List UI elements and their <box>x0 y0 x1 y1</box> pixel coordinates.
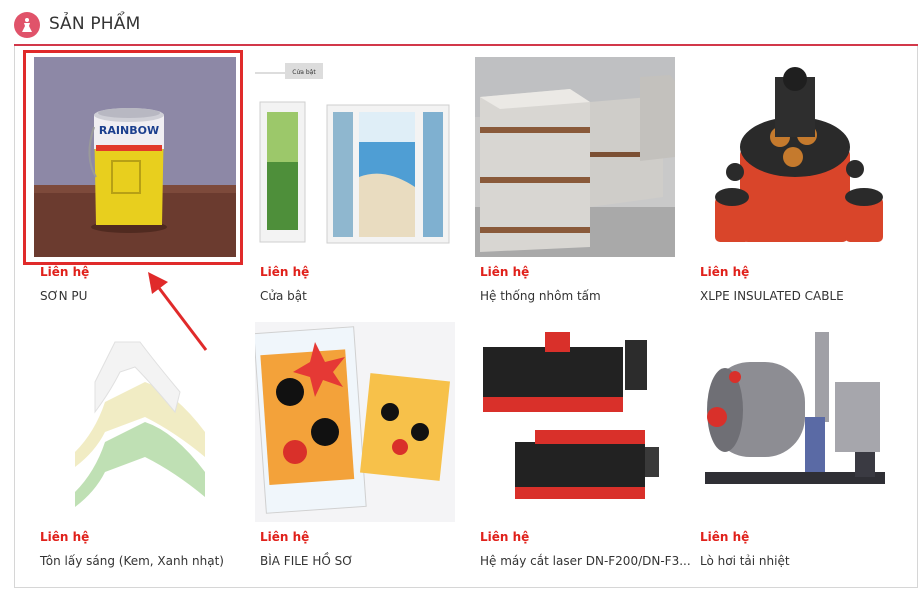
product-name[interactable]: BÌA FILE HỒ SƠ <box>260 554 353 568</box>
image-caption: Cửa bật <box>292 69 316 76</box>
product-price[interactable]: Liên hệ <box>40 530 89 544</box>
section-title: SẢN PHẨM <box>49 14 141 34</box>
section-header: SẢN PHẨM <box>14 8 918 46</box>
product-price[interactable]: Liên hệ <box>480 530 529 544</box>
product-price[interactable]: Liên hệ <box>700 265 749 279</box>
product-price[interactable]: Liên hệ <box>40 265 89 279</box>
product-image[interactable] <box>475 322 675 522</box>
product-image[interactable] <box>255 322 455 522</box>
product-name[interactable]: XLPE INSULATED CABLE <box>700 289 844 303</box>
product-price[interactable]: Liên hệ <box>700 530 749 544</box>
product-price[interactable]: Liên hệ <box>480 265 529 279</box>
product-image[interactable] <box>695 57 895 257</box>
dress-icon <box>14 12 40 38</box>
product-image[interactable] <box>695 322 895 522</box>
product-name[interactable]: Lò hơi tải nhiệt <box>700 554 790 568</box>
product-name[interactable]: Hệ máy cắt laser DN-F200/DN-F3... <box>480 554 691 568</box>
product-name[interactable]: Cửa bật <box>260 289 307 303</box>
product-name[interactable]: Hệ thống nhôm tấm <box>480 289 601 303</box>
pointer-arrow-icon <box>148 272 208 351</box>
product-image[interactable]: Cửa bật <box>255 57 455 257</box>
product-name[interactable]: SƠN PU <box>40 289 87 303</box>
product-image[interactable] <box>475 57 675 257</box>
product-name[interactable]: Tôn lấy sáng (Kem, Xanh nhạt) <box>40 554 224 568</box>
product-price[interactable]: Liên hệ <box>260 530 309 544</box>
product-price[interactable]: Liên hệ <box>260 265 309 279</box>
selection-highlight <box>23 50 243 265</box>
